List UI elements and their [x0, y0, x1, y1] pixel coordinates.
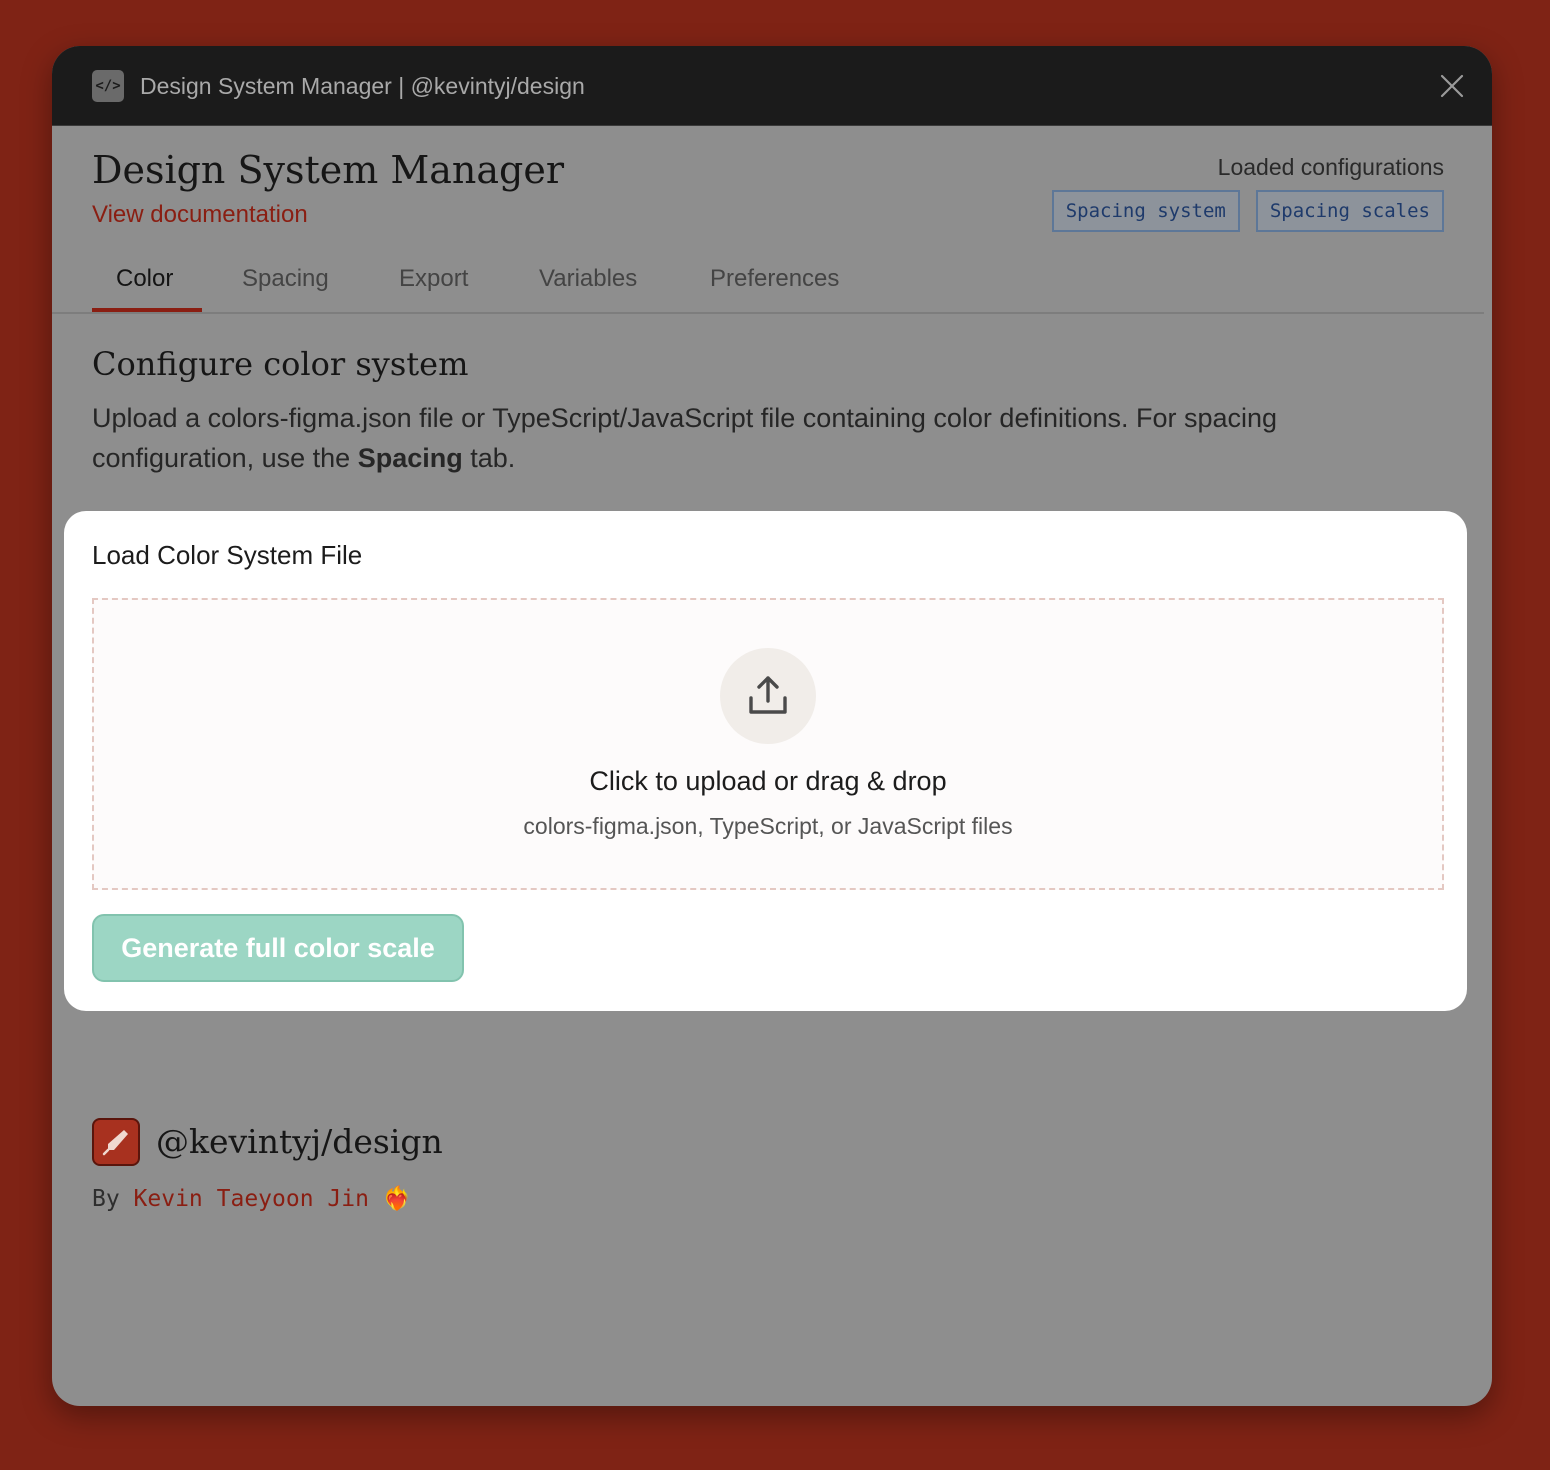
spacing-tab-reference: Spacing: [357, 443, 463, 473]
load-file-card: Load Color System File Click to upload o…: [64, 511, 1467, 1011]
title-bar: </> Design System Manager | @kevintyj/de…: [52, 46, 1492, 126]
tab-preferences[interactable]: Preferences: [710, 264, 839, 294]
section-description: Upload a colors-figma.json file or TypeS…: [92, 403, 1278, 473]
package-name: @kevintyj/design: [156, 1122, 443, 1161]
tab-color[interactable]: Color: [116, 264, 173, 294]
loaded-configurations-label: Loaded configurations: [1217, 154, 1444, 180]
badge-spacing-system: Spacing system: [1051, 190, 1240, 232]
author-credit: By Kevin Taeyoon Jin ❤️‍🔥: [92, 1186, 412, 1212]
section-title: Configure color system: [92, 345, 469, 383]
upload-icon-badge: [720, 648, 816, 744]
card-title: Load Color System File: [92, 540, 363, 570]
pen-nib-logo-icon: [92, 1118, 140, 1166]
dropzone-instruction: Click to upload or drag & drop: [589, 766, 947, 796]
code-icon: </>: [92, 70, 124, 102]
badge-spacing-scales: Spacing scales: [1255, 190, 1444, 232]
generate-color-scale-button[interactable]: Generate full color scale: [92, 914, 464, 982]
tab-bar: Color Spacing Export Variables Preferenc…: [52, 246, 1484, 314]
heart-on-fire-icon: ❤️‍🔥: [382, 1186, 412, 1212]
tab-export[interactable]: Export: [399, 264, 468, 294]
tab-spacing[interactable]: Spacing: [242, 264, 329, 294]
tab-variables[interactable]: Variables: [539, 264, 637, 294]
view-documentation-link[interactable]: View documentation: [92, 200, 308, 230]
author-name[interactable]: Kevin Taeyoon Jin: [134, 1186, 369, 1212]
file-dropzone[interactable]: Click to upload or drag & drop colors-fi…: [92, 598, 1444, 890]
window-title: Design System Manager | @kevintyj/design: [140, 73, 585, 99]
upload-icon: [749, 676, 787, 714]
page-title: Design System Manager: [92, 148, 565, 192]
loaded-configurations-badges: Spacing system Spacing scales: [1051, 190, 1444, 232]
app-window: </> Design System Manager | @kevintyj/de…: [52, 46, 1492, 1406]
close-button[interactable]: [1438, 72, 1466, 100]
close-icon: [1440, 74, 1464, 98]
dropzone-file-types: colors-figma.json, TypeScript, or JavaSc…: [523, 813, 1013, 839]
active-tab-indicator: [92, 308, 202, 312]
